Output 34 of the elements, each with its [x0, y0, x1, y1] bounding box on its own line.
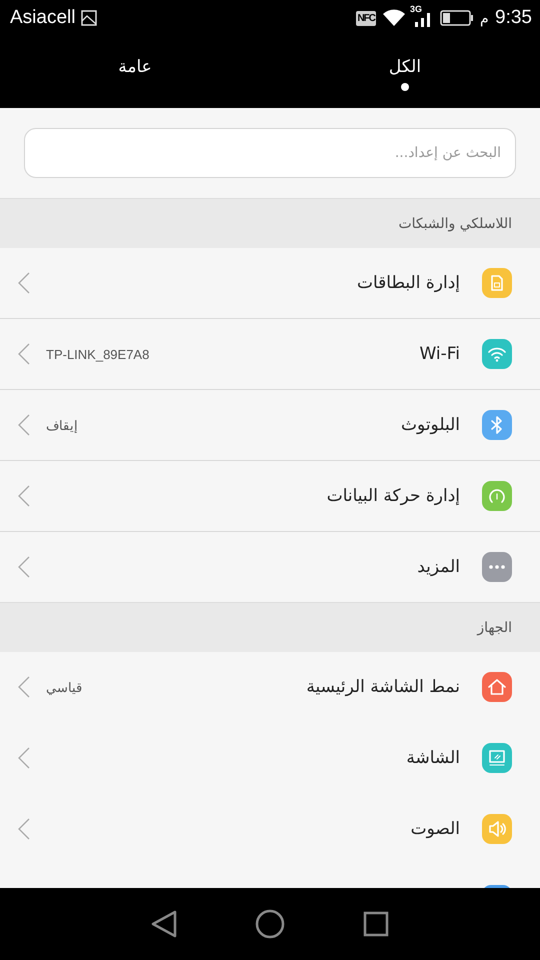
setting-label[interactable]: إدارة حركة البيانات — [30, 486, 460, 506]
nfc-icon: NFC — [356, 10, 376, 26]
search-field[interactable]: البحث عن إعداد... — [24, 128, 516, 178]
setting-label[interactable]: إدارة البطاقات — [30, 273, 460, 293]
image-icon — [81, 10, 98, 26]
chevron-icon — [18, 343, 30, 365]
setting-value: TP-LINK_89E7A8 — [46, 346, 150, 362]
chevron-icon — [18, 414, 30, 436]
setting-label[interactable]: الشاشة — [30, 748, 460, 768]
chevron-icon — [18, 556, 30, 578]
setting-label[interactable]: المزيد — [30, 557, 460, 577]
chevron-icon — [18, 272, 30, 294]
section-header: اللاسلكي والشبكات — [0, 198, 540, 248]
battery-icon — [440, 10, 474, 26]
section-header: الجهاز — [0, 602, 540, 652]
tab[interactable]: عامة — [0, 36, 270, 108]
clock-time: 9:35 — [495, 7, 532, 29]
carrier-name: Asiacell — [10, 7, 76, 29]
setting-label[interactable]: Wi-Fi — [149, 344, 460, 364]
setting-label[interactable]: البلوتوث — [78, 415, 460, 435]
recent-apps-icon[interactable] — [363, 911, 389, 937]
tab[interactable]: الكل — [270, 36, 540, 108]
setting-label[interactable]: نمط الشاشة الرئيسية — [82, 677, 460, 697]
chevron-icon — [18, 485, 30, 507]
wifi-signal-icon — [382, 9, 406, 27]
chevron-icon — [18, 676, 30, 698]
back-icon[interactable] — [151, 910, 177, 938]
am-pm-label: م — [480, 10, 490, 26]
setting-value: إيقاف — [46, 418, 78, 432]
home-button-icon[interactable] — [255, 909, 285, 939]
setting-label[interactable]: الصوت — [30, 819, 460, 839]
chevron-icon — [18, 818, 30, 840]
chevron-icon — [18, 747, 30, 769]
setting-value: قياسي — [46, 680, 82, 694]
